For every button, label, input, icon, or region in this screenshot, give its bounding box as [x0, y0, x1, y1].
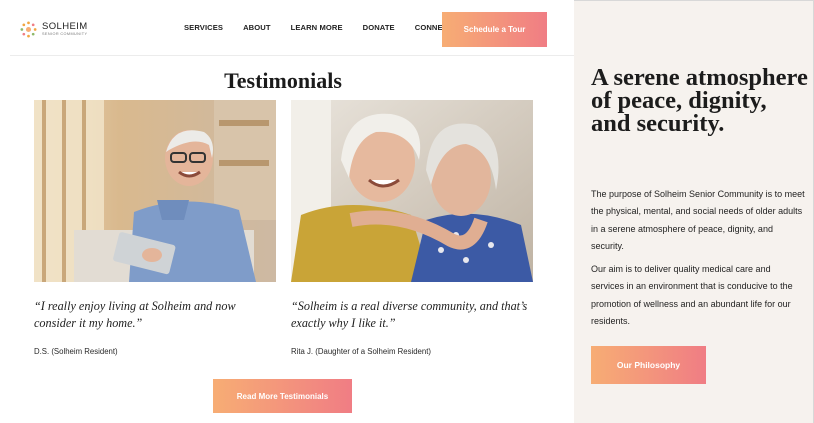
senior-man-photo	[34, 100, 276, 282]
nav-services[interactable]: SERVICES	[184, 23, 223, 32]
nav-about[interactable]: ABOUT	[243, 23, 271, 32]
site-logo[interactable]: SOLHEIM SENIOR COMMUNITY	[20, 21, 88, 38]
schedule-tour-button[interactable]: Schedule a Tour	[442, 12, 547, 47]
read-more-testimonials-button[interactable]: Read More Testimonials	[213, 379, 352, 413]
testimonials-title: Testimonials	[224, 68, 342, 93]
brand-name: SOLHEIM	[42, 21, 88, 33]
testimonial-author-1: D.S. (Solheim Resident)	[34, 347, 118, 356]
top-nav: SOLHEIM SENIOR COMMUNITY SERVICES ABOUT …	[10, 0, 574, 56]
nav-menu: SERVICES ABOUT LEARN MORE DONATE CONNECT	[184, 23, 473, 32]
about-headline: A serene atmosphere of peace, dignity, a…	[591, 64, 808, 137]
testimonial-quote-2: “Solheim is a real diverse community, an…	[291, 299, 528, 330]
about-paragraph-aim: Our aim is to deliver quality medical ca…	[591, 264, 793, 326]
testimonial-photo-man	[34, 100, 276, 282]
testimonial-photo-women	[291, 100, 533, 282]
main-content: SOLHEIM SENIOR COMMUNITY SERVICES ABOUT …	[10, 0, 574, 423]
sunburst-logo-icon	[20, 21, 37, 38]
our-philosophy-button[interactable]: Our Philosophy	[591, 346, 706, 384]
testimonial-quote-1: “I really enjoy living at Solheim and no…	[34, 299, 236, 330]
about-sidebar: A serene atmosphere of peace, dignity, a…	[574, 0, 814, 423]
about-paragraph-purpose: The purpose of Solheim Senior Community …	[591, 189, 805, 251]
testimonial-author-2: Rita J. (Daughter of a Solheim Resident)	[291, 347, 431, 356]
nav-donate[interactable]: DONATE	[363, 23, 395, 32]
women-hugging-photo	[291, 100, 533, 282]
nav-learn-more[interactable]: LEARN MORE	[291, 23, 343, 32]
brand-tagline: SENIOR COMMUNITY	[42, 31, 88, 36]
